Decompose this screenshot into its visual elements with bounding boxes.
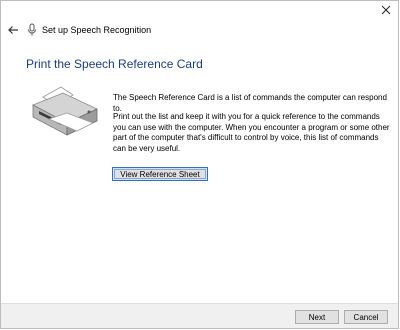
- back-button[interactable]: [6, 23, 20, 37]
- close-icon: [381, 5, 391, 15]
- cancel-button[interactable]: Cancel: [344, 310, 388, 324]
- title-bar: Set up Speech Recognition: [1, 1, 398, 43]
- description-paragraph: The Speech Reference Card is a list of c…: [113, 93, 387, 113]
- microphone-icon: [28, 23, 36, 36]
- printer-icon: [32, 86, 98, 136]
- view-reference-sheet-label: View Reference Sheet: [120, 169, 200, 179]
- instructions-paragraph: Print out the list and keep it with you …: [113, 112, 390, 153]
- page-title: Print the Speech Reference Card: [26, 57, 203, 71]
- back-arrow-icon: [8, 26, 18, 34]
- window-title: Set up Speech Recognition: [42, 25, 152, 35]
- wizard-window: Set up Speech Recognition Print the Spee…: [0, 0, 399, 329]
- view-reference-sheet-button[interactable]: View Reference Sheet: [112, 167, 208, 181]
- footer-bar: Next Cancel: [1, 303, 398, 328]
- next-button[interactable]: Next: [295, 310, 339, 324]
- close-button[interactable]: [380, 4, 392, 16]
